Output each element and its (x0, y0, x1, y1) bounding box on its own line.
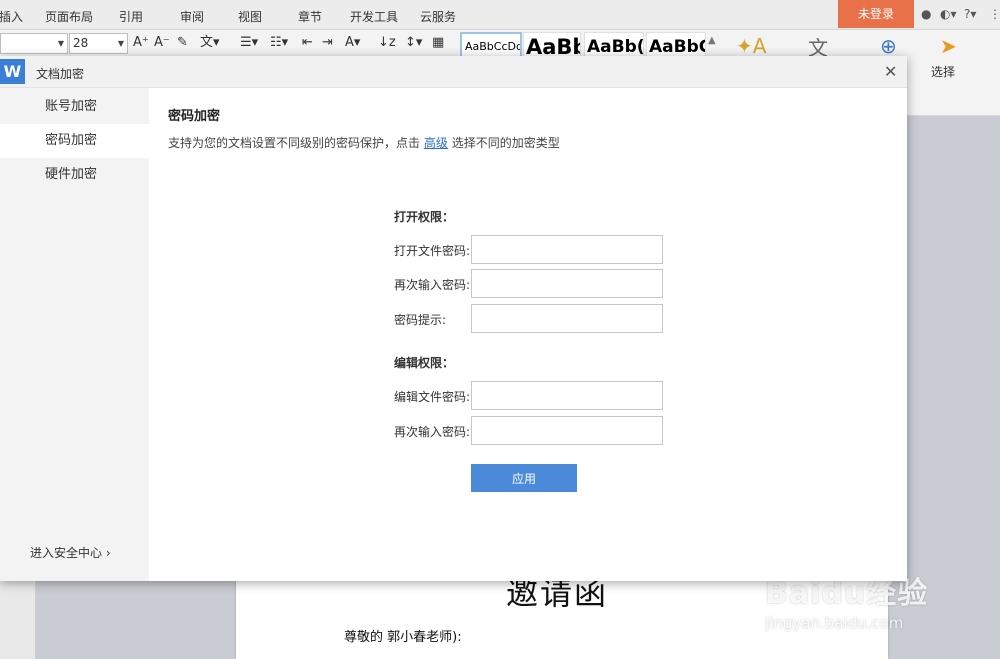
edit-password-input[interactable] (471, 381, 663, 410)
section-description: 支持为您的文档设置不同级别的密码保护，点击 高级 选择不同的加密类型 (168, 134, 560, 151)
share-icon[interactable]: ◐▾ (940, 7, 957, 21)
sidebar-item-account[interactable]: 账号加密 (0, 90, 149, 124)
menu-cloud[interactable]: 云服务 (420, 8, 456, 25)
new-style-icon[interactable]: ✦A (736, 34, 766, 58)
wps-logo-icon: W (0, 59, 25, 84)
dialog-sidebar: 账号加密 密码加密 硬件加密 进入安全中心 › (0, 88, 149, 581)
open-password-input[interactable] (471, 235, 663, 264)
table-border-icon[interactable]: ▦ (432, 34, 444, 52)
chevron-right-icon: › (105, 546, 111, 560)
menu-bar: 插入 页面布局 引用 审阅 视图 章节 开发工具 云服务 未登录 ● ◐▾ ?▾… (0, 0, 1000, 30)
sort-icon[interactable]: ↓z (378, 34, 396, 52)
dialog-titlebar: W 文档加密 ✕ (0, 56, 907, 88)
open-confirm-input[interactable] (471, 269, 663, 298)
close-icon[interactable]: ✕ (884, 62, 897, 81)
menu-reference[interactable]: 引用 (119, 8, 143, 25)
open-password-label: 打开文件密码: (394, 244, 471, 258)
more-icon[interactable]: ⋮ (989, 7, 1000, 21)
find-replace-icon[interactable]: ⊕ (880, 34, 897, 58)
document-greeting: 尊敬的 郭小春老师): (344, 630, 462, 645)
dialog-main: 密码加密 支持为您的文档设置不同级别的密码保护，点击 高级 选择不同的加密类型 … (149, 88, 907, 581)
hint-label: 密码提示: (394, 313, 447, 327)
edit-permission-title: 编辑权限： (394, 356, 455, 370)
font-size-combo[interactable]: 28 ▼ (69, 33, 128, 54)
menu-developer[interactable]: 开发工具 (350, 8, 398, 25)
shrink-font-icon[interactable]: A⁻ (154, 34, 170, 52)
desc-suffix: 选择不同的加密类型 (451, 136, 560, 150)
sidebar-item-hardware[interactable]: 硬件加密 (0, 158, 149, 192)
help-icon[interactable]: ?▾ (964, 7, 976, 21)
desc-prefix: 支持为您的文档设置不同级别的密码保护，点击 (168, 136, 421, 150)
line-spacing-icon[interactable]: ↕▾ (405, 34, 422, 52)
indent-icon[interactable]: ⇥ (322, 34, 333, 52)
encrypt-dialog: W 文档加密 ✕ 账号加密 密码加密 硬件加密 进入安全中心 › 密码加密 支持… (0, 56, 907, 581)
apply-button[interactable]: 应用 (471, 464, 577, 492)
edit-confirm-input[interactable] (471, 416, 663, 445)
select-label[interactable]: 选择 (931, 63, 955, 80)
style-scroll-up-icon[interactable]: ▲ (708, 32, 716, 50)
password-hint-input[interactable] (471, 304, 663, 333)
edit-confirm-label: 再次输入密码: (394, 425, 471, 439)
select-arrow-icon[interactable]: ➤ (940, 34, 957, 58)
phonetic-icon[interactable]: 文▾ (200, 34, 220, 52)
menu-chapter[interactable]: 章节 (298, 8, 322, 25)
skin-icon[interactable]: ● (921, 7, 931, 21)
dialog-title: 文档加密 (36, 67, 85, 81)
grow-font-icon[interactable]: A⁺ (133, 34, 149, 52)
bullet-list-icon[interactable]: ☰▾ (240, 34, 258, 52)
clear-format-icon[interactable]: ✎ (177, 34, 188, 52)
menu-insert[interactable]: 插入 (0, 8, 23, 25)
login-button[interactable]: 未登录 (838, 0, 914, 28)
section-title: 密码加密 (168, 109, 221, 124)
security-center-label: 进入安全中心 (30, 546, 103, 560)
number-list-icon[interactable]: ☷▾ (270, 34, 288, 52)
open-confirm-label: 再次输入密码: (394, 278, 471, 292)
advanced-link[interactable]: 高级 (424, 136, 448, 150)
outdent-icon[interactable]: ⇤ (302, 34, 313, 52)
menu-page-layout[interactable]: 页面布局 (45, 8, 93, 25)
menu-review[interactable]: 审阅 (180, 8, 204, 25)
menu-view[interactable]: 视图 (238, 8, 262, 25)
watermark-sub: jingyan.baidu.com (765, 614, 904, 632)
sidebar-item-password[interactable]: 密码加密 (0, 124, 149, 158)
open-permission-title: 打开权限： (394, 210, 455, 224)
char-spacing-icon[interactable]: A▾ (345, 34, 360, 52)
font-size-value: 28 (73, 36, 89, 50)
security-center-link[interactable]: 进入安全中心 › (30, 544, 111, 561)
font-name-combo[interactable]: ▼ (0, 33, 68, 54)
edit-password-label: 编辑文件密码: (394, 390, 471, 404)
